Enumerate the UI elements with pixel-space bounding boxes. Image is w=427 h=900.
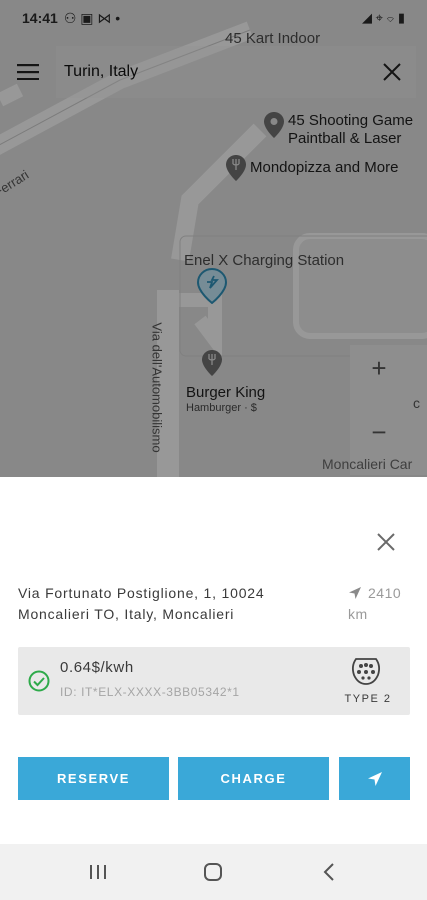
home-icon	[204, 863, 223, 881]
android-navigation-bar	[0, 844, 427, 900]
charge-button[interactable]: CHARGE	[178, 757, 329, 800]
navigate-button[interactable]	[339, 757, 410, 800]
close-icon	[377, 533, 395, 551]
navigation-arrow-icon	[349, 587, 361, 599]
back-chevron-icon	[323, 863, 334, 881]
recent-apps-button[interactable]	[78, 852, 118, 892]
connector-card[interactable]: 0.64$/kwh ID: IT*ELX-XXXX-3BB05342*1 TYP…	[18, 647, 410, 715]
reserve-button[interactable]: RESERVE	[18, 757, 169, 800]
plug-type-label: TYPE 2	[344, 693, 392, 705]
type2-plug-icon	[351, 658, 381, 685]
station-detail-sheet: Via Fortunato Postiglione, 1, 10024 Monc…	[0, 477, 427, 844]
home-button[interactable]	[193, 852, 233, 892]
navigation-arrow-icon	[367, 771, 382, 786]
station-address: Via Fortunato Postiglione, 1, 10024 Monc…	[18, 585, 265, 622]
station-distance: 2410 km	[348, 583, 418, 625]
recent-apps-icon	[89, 865, 106, 879]
map-view[interactable]: 45 Kart Indoor 45 Shooting Game Paintbal…	[0, 0, 427, 477]
station-id: ID: IT*ELX-XXXX-3BB05342*1	[60, 685, 240, 699]
available-check-icon	[28, 670, 50, 692]
close-sheet-button[interactable]	[369, 525, 403, 559]
back-button[interactable]	[309, 852, 349, 892]
price-per-kwh: 0.64$/kwh	[60, 659, 134, 676]
map-dim-overlay[interactable]	[0, 0, 427, 477]
